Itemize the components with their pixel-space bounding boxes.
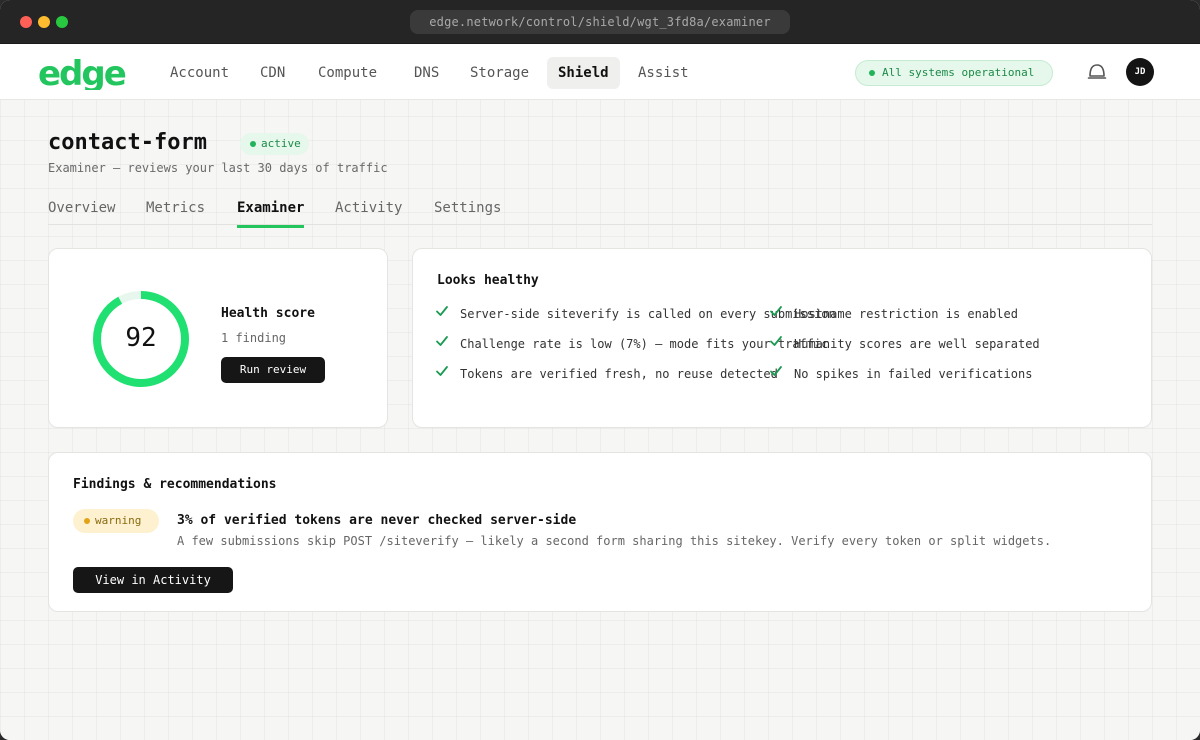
- check-item: No spikes in failed verifications: [794, 367, 1033, 381]
- looks-healthy-card: Looks healthy Server-side siteverify is …: [412, 248, 1152, 428]
- check-item: Hostname restriction is enabled: [794, 307, 1018, 321]
- title-bar: edge.network/control/shield/wgt_3fd8a/ex…: [0, 0, 1200, 44]
- avatar[interactable]: JD: [1126, 58, 1154, 86]
- tab-bar: Overview Metrics Examiner Activity Setti…: [48, 194, 1152, 228]
- findings-title: Findings & recommendations: [73, 477, 277, 492]
- status-badge-dot: [250, 141, 256, 147]
- health-score-value: 92: [125, 323, 157, 353]
- status-dot: [869, 70, 875, 76]
- tab-examiner[interactable]: Examiner: [237, 200, 305, 228]
- check-icon: [436, 306, 448, 316]
- check-icon: [770, 336, 782, 346]
- looks-healthy-title: Looks healthy: [437, 273, 539, 288]
- system-status-pill[interactable]: All systems operational: [855, 60, 1053, 86]
- tab-metrics[interactable]: Metrics: [146, 200, 205, 225]
- minimize-window-button[interactable]: [38, 16, 50, 28]
- nav-dns[interactable]: DNS: [403, 57, 450, 89]
- severity-label: warning: [95, 514, 142, 527]
- browser-window: edge.network/control/shield/wgt_3fd8a/ex…: [0, 0, 1200, 740]
- check-icon: [770, 306, 782, 316]
- close-window-button[interactable]: [20, 16, 32, 28]
- run-review-button[interactable]: Run review: [221, 357, 325, 383]
- findings-card: Findings & recommendations warning 3% of…: [48, 452, 1152, 612]
- check-item: Humanity scores are well separated: [794, 337, 1040, 351]
- address-bar[interactable]: edge.network/control/shield/wgt_3fd8a/ex…: [410, 10, 790, 34]
- edge-logo[interactable]: edge: [38, 54, 128, 94]
- check-icon: [770, 366, 782, 376]
- app-content: edge Account CDN Compute DNS Storage Shi…: [0, 44, 1200, 740]
- bell-icon[interactable]: [1086, 61, 1108, 83]
- status-badge-label: active: [261, 137, 301, 150]
- status-badge: active: [240, 133, 309, 155]
- finding-description: A few submissions skip POST /siteverify …: [177, 534, 1052, 548]
- tab-overview[interactable]: Overview: [48, 200, 115, 225]
- tab-settings[interactable]: Settings: [434, 200, 501, 225]
- check-icon: [436, 336, 448, 346]
- nav-cdn[interactable]: CDN: [249, 57, 296, 89]
- finding-count: 1 finding: [221, 331, 287, 345]
- nav-account[interactable]: Account: [159, 57, 240, 89]
- finding-title: 3% of verified tokens are never checked …: [177, 513, 577, 528]
- top-navigation: edge Account CDN Compute DNS Storage Shi…: [0, 44, 1200, 100]
- page-subtitle: Examiner — reviews your last 30 days of …: [48, 161, 388, 175]
- nav-assist[interactable]: Assist: [627, 57, 700, 89]
- health-score-card: 92 Health score 1 finding Run review: [48, 248, 388, 428]
- view-in-activity-button[interactable]: View in Activity: [73, 567, 233, 593]
- nav-compute[interactable]: Compute: [307, 57, 388, 89]
- severity-badge: warning: [73, 509, 159, 533]
- nav-storage[interactable]: Storage: [459, 57, 540, 89]
- maximize-window-button[interactable]: [56, 16, 68, 28]
- check-icon: [436, 366, 448, 376]
- page-title: contact-form: [48, 130, 207, 155]
- nav-shield[interactable]: Shield: [547, 57, 620, 89]
- logo-wordmark: edge: [38, 58, 126, 90]
- system-status-text: All systems operational: [882, 66, 1035, 79]
- warning-dot: [84, 518, 90, 524]
- health-score-label: Health score: [221, 306, 315, 321]
- tab-activity[interactable]: Activity: [335, 200, 402, 225]
- check-item: Tokens are verified fresh, no reuse dete…: [460, 367, 778, 381]
